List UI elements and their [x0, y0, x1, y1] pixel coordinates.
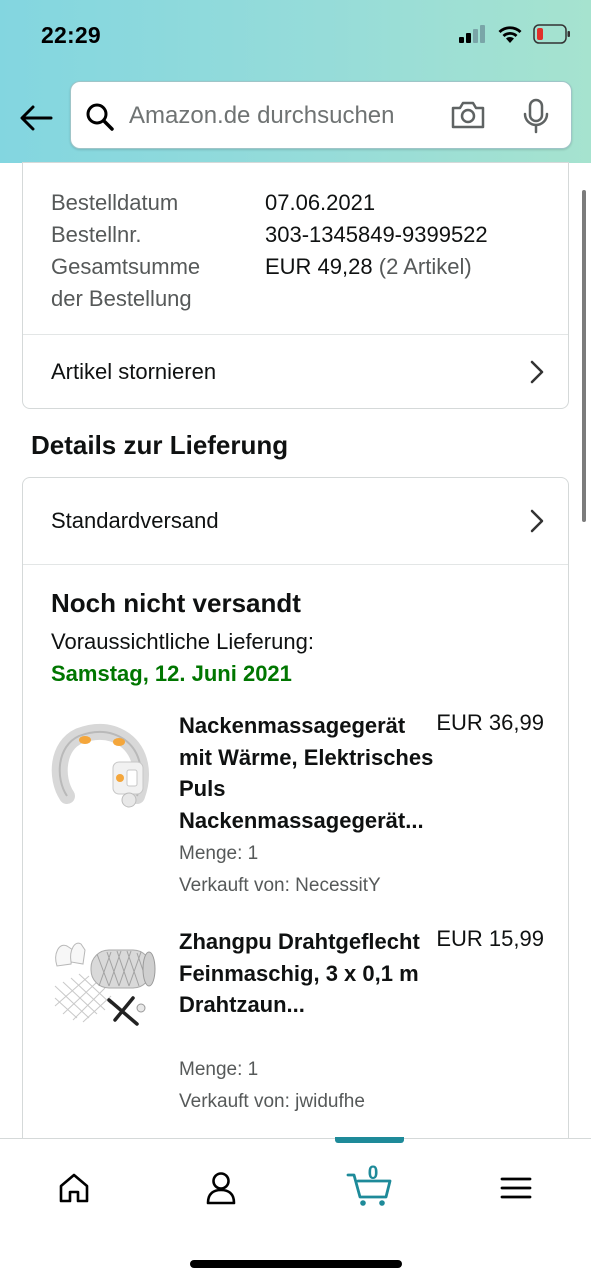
search-input[interactable] [129, 96, 419, 136]
microphone-icon[interactable] [523, 98, 549, 134]
item-title[interactable]: Zhangpu Drahtgeflecht Feinmaschig, 3 x 0… [179, 926, 441, 1021]
item-seller[interactable]: Verkauft von: jwidufhe [179, 1091, 365, 1113]
cancel-items-row[interactable]: Artikel stornieren [23, 335, 568, 409]
back-arrow-icon [20, 105, 53, 131]
nav-menu[interactable] [486, 1163, 546, 1213]
item-title[interactable]: Nackenmassagegerät mit Wärme, Elektrisch… [179, 710, 441, 836]
cancel-items-label: Artikel stornieren [51, 359, 217, 384]
order-total-label: Gesamtsumme der Bestellung [51, 251, 200, 315]
delivery-estimate-date: Samstag, 12. Juni 2021 [51, 661, 292, 686]
order-date-label: Bestelldatum [51, 190, 179, 215]
nav-account[interactable] [191, 1163, 251, 1213]
order-total-items: (2 Artikel) [378, 254, 472, 279]
account-icon [206, 1172, 236, 1205]
item-price: EUR 36,99 [436, 710, 544, 735]
menu-icon [500, 1177, 532, 1199]
order-total-label-line1: Gesamtsumme [51, 254, 201, 279]
chevron-right-icon [530, 360, 544, 384]
search-bar[interactable] [70, 81, 572, 149]
delivery-section-title: Details zur Lieferung [31, 430, 289, 460]
order-summary-card: Bestelldatum 07.06.2021 Bestellnr. 303-1… [22, 162, 569, 409]
back-button[interactable] [14, 96, 58, 140]
camera-icon[interactable] [450, 100, 486, 130]
order-number-label: Bestellnr. [51, 222, 142, 247]
home-icon [59, 1173, 89, 1203]
neck-massager-image[interactable] [49, 718, 157, 818]
scrollbar[interactable] [582, 190, 586, 522]
top-bar: 22:29 [0, 0, 591, 163]
nav-home[interactable] [44, 1163, 104, 1213]
order-total-label-line2: der Bestellung [51, 286, 192, 311]
bottom-navigation: 0 [0, 1137, 591, 1280]
shipping-method-row[interactable]: Standardversand [23, 478, 568, 564]
order-item[interactable]: Nackenmassagegerät mit Wärme, Elektrisch… [23, 710, 568, 900]
status-icons [459, 24, 571, 44]
wifi-icon [498, 26, 522, 43]
nav-cart[interactable]: 0 [340, 1163, 400, 1213]
wire-mesh-image[interactable] [49, 936, 157, 1036]
signal-icon [459, 25, 485, 43]
item-quantity: Menge: 1 [179, 1059, 259, 1080]
delivery-estimate-label: Voraussichtliche Lieferung: [51, 629, 314, 654]
status-time: 22:29 [41, 22, 101, 48]
item-quantity: Menge: 1 [179, 843, 259, 864]
item-price: EUR 15,99 [436, 926, 544, 951]
battery-icon [533, 24, 570, 44]
order-item[interactable]: Zhangpu Drahtgeflecht Feinmaschig, 3 x 0… [23, 926, 568, 1116]
divider [23, 564, 568, 565]
shipping-method-label: Standardversand [51, 508, 219, 533]
order-date-value: 07.06.2021 [265, 190, 376, 215]
home-indicator [190, 1260, 402, 1268]
delivery-card: Standardversand Noch nicht versandt Vora… [22, 477, 569, 1157]
order-number-value: 303-1345849-9399522 [265, 222, 488, 247]
chevron-right-icon [530, 509, 544, 533]
active-tab-indicator [335, 1137, 404, 1143]
order-total-value: EUR 49,28 (2 Artikel) [265, 251, 472, 283]
cart-count: 0 [367, 1163, 379, 1184]
search-icon [86, 103, 114, 131]
shipment-status: Noch nicht versandt [51, 588, 301, 618]
order-total-amount: EUR 49,28 [265, 254, 373, 279]
item-seller[interactable]: Verkauft von: NecessitY [179, 875, 381, 897]
